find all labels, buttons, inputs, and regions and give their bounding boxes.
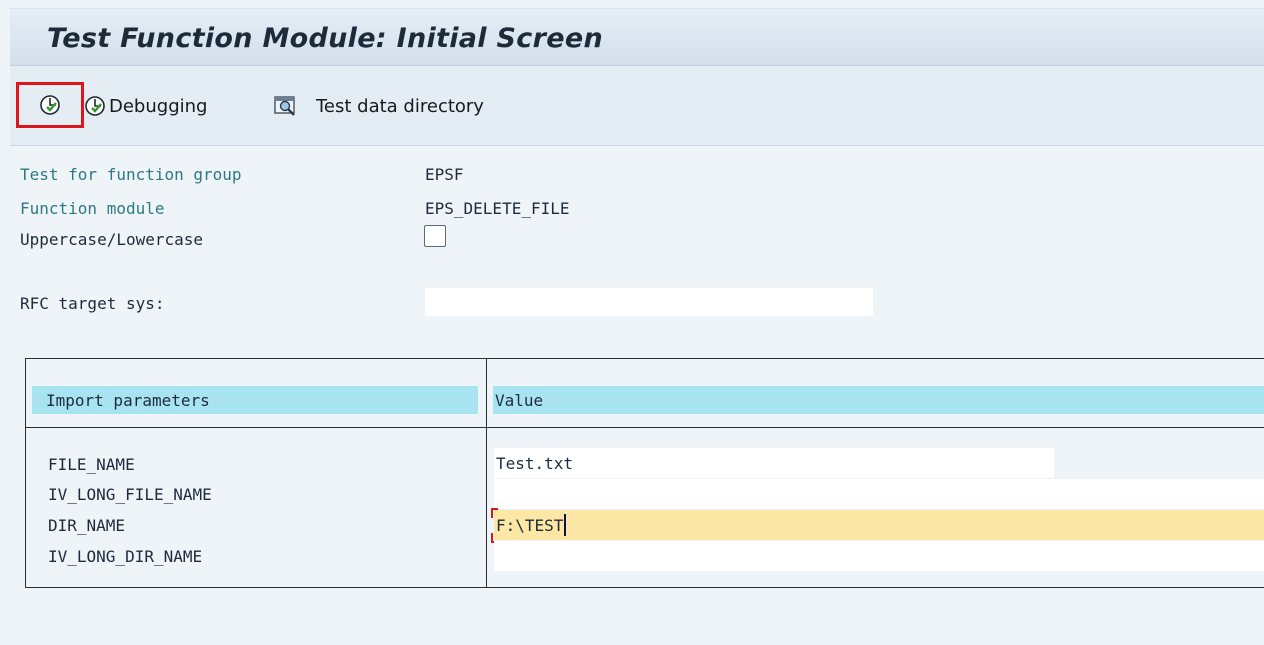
execute-icon (40, 95, 60, 115)
case-label: Uppercase/Lowercase (20, 230, 204, 249)
param-name-iv-long-dir-name: IV_LONG_DIR_NAME (48, 547, 203, 566)
test-data-directory-button[interactable]: Test data directory (274, 90, 484, 122)
function-module-label: Function module (20, 199, 165, 218)
focus-corner-top (491, 508, 498, 518)
title-bar: Test Function Module: Initial Screen (10, 8, 1264, 66)
param-name-dir-name: DIR_NAME (48, 516, 126, 535)
text-cursor (564, 514, 567, 536)
uppercase-lowercase-checkbox[interactable] (424, 225, 446, 247)
test-data-directory-icon (274, 96, 295, 116)
param-value-file-name-input[interactable]: Test.txt (494, 448, 1054, 478)
param-value-dir-name: F:\TEST (496, 515, 564, 535)
debugging-button[interactable]: Debugging (84, 90, 207, 122)
debugging-label: Debugging (109, 95, 208, 117)
import-parameters-table: Import parameters Value FILE_NAME IV_LON… (25, 358, 1264, 588)
sap-window: Test Function Module: Initial Screen Deb… (0, 0, 1264, 645)
column-header-import-parameters: Import parameters (32, 386, 478, 414)
column-divider (486, 359, 487, 588)
page-title: Test Function Module: Initial Screen (47, 23, 603, 54)
param-name-file-name: FILE_NAME (48, 455, 135, 474)
execute-icon (85, 96, 105, 116)
application-toolbar: Debugging Test data directory (10, 66, 1264, 146)
param-name-iv-long-file-name: IV_LONG_FILE_NAME (48, 485, 212, 504)
function-module-value: EPS_DELETE_FILE (425, 199, 570, 218)
column-header-value: Value (493, 386, 1264, 414)
param-value-iv-long-dir-name-input[interactable] (494, 541, 1264, 571)
param-value-dir-name-input[interactable]: F:\TEST (494, 510, 1264, 540)
rfc-target-label: RFC target sys: (20, 294, 165, 313)
function-group-value: EPSF (425, 165, 464, 184)
param-value-iv-long-file-name-input[interactable] (494, 479, 1264, 509)
execute-button[interactable] (16, 82, 84, 128)
param-value-file-name: Test.txt (496, 453, 574, 473)
function-group-label: Test for function group (20, 165, 242, 184)
rfc-target-input[interactable] (425, 288, 873, 316)
test-data-directory-label: Test data directory (316, 95, 484, 117)
header-separator (26, 427, 1264, 428)
